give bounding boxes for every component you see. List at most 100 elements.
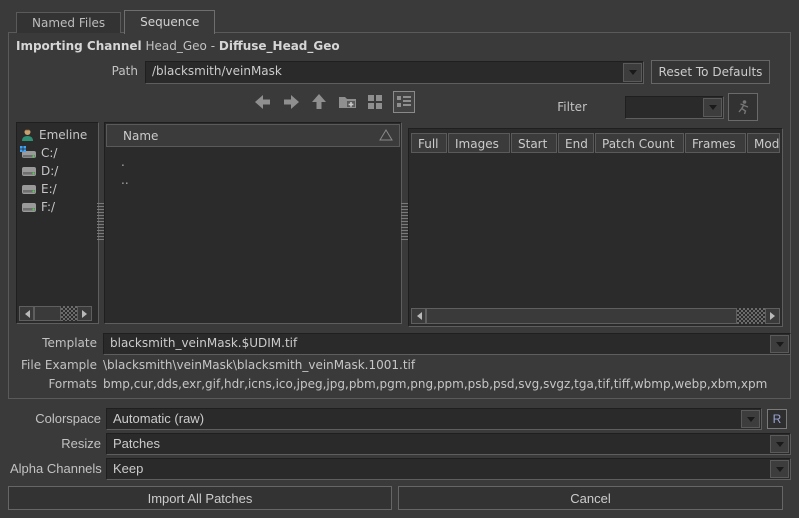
import-channel-dialog: Named Files Sequence Importing Channel H… [0, 0, 799, 518]
template-label: Template [10, 336, 97, 350]
files-details-splitter[interactable] [400, 122, 408, 322]
template-value: blacksmith_veinMask.$UDIM.tif [110, 334, 768, 354]
scrollbar-thumb[interactable] [34, 306, 61, 321]
chevron-down-icon [709, 105, 717, 114]
header-separator: - [211, 39, 215, 53]
formats-value: bmp,cur,dds,exr,gif,hdr,icns,ico,jpeg,jp… [103, 377, 767, 391]
places-files-splitter[interactable] [97, 122, 104, 322]
alpha-channels-dropdown-button[interactable] [770, 460, 789, 478]
place-item-f-drive[interactable]: F:/ [17, 198, 98, 216]
tab-sequence[interactable]: Sequence [124, 10, 215, 34]
grid-view-button[interactable] [365, 92, 385, 112]
chevron-down-icon [776, 442, 784, 451]
up-arrow-icon [311, 93, 327, 111]
places-panel: Emeline C:/ D:/ [16, 122, 99, 324]
formats-label: Formats [10, 377, 97, 391]
channel-name: Diffuse_Head_Geo [219, 39, 340, 53]
column-header-end[interactable]: End [558, 133, 594, 153]
place-item-home[interactable]: Emeline [17, 126, 98, 144]
name-column-header[interactable]: Name [106, 124, 400, 147]
drive-icon [20, 164, 37, 178]
name-column-label: Name [123, 129, 158, 143]
filter-combobox[interactable] [625, 96, 724, 119]
resize-combobox[interactable]: Patches [106, 433, 791, 455]
path-label: Path [40, 64, 138, 78]
filter-value [632, 97, 701, 118]
places-horizontal-scrollbar [19, 306, 96, 321]
place-label: C:/ [41, 146, 57, 160]
filter-dropdown-button[interactable] [703, 98, 722, 117]
forward-arrow-icon [282, 93, 300, 111]
import-all-patches-label: Import All Patches [148, 491, 253, 506]
file-list-panel: Name . .. [104, 122, 402, 324]
details-view-button[interactable] [393, 91, 415, 113]
place-label: E:/ [41, 182, 57, 196]
triangle-left-icon [413, 312, 422, 320]
sort-ascending-icon [379, 129, 393, 141]
scroll-left-button[interactable] [19, 306, 34, 321]
scroll-right-button[interactable] [77, 306, 92, 321]
splitter-grip-icon [97, 203, 104, 241]
up-directory-button[interactable] [309, 92, 329, 112]
drive-icon [20, 200, 37, 214]
column-header-full[interactable]: Full [411, 133, 447, 153]
scroll-left-button[interactable] [411, 308, 426, 324]
importing-channel-header: Importing Channel Head_Geo - Diffuse_Hea… [16, 39, 340, 53]
column-header-patch-count[interactable]: Patch Count [595, 133, 684, 153]
forward-button[interactable] [281, 92, 301, 112]
file-example-label: File Example [10, 358, 97, 372]
running-person-icon [735, 99, 751, 115]
place-item-e-drive[interactable]: E:/ [17, 180, 98, 198]
apply-filter-button[interactable] [728, 93, 758, 121]
cancel-label: Cancel [570, 491, 610, 506]
cancel-button[interactable]: Cancel [398, 486, 783, 510]
triangle-right-icon [82, 310, 91, 318]
reset-to-defaults-button[interactable]: Reset To Defaults [651, 60, 770, 84]
scrollbar-track[interactable] [61, 306, 77, 321]
column-header-modified[interactable]: Modified [747, 133, 780, 153]
path-dropdown-button[interactable] [623, 63, 642, 82]
details-header-row: Full Images Start End Patch Count Frames… [411, 133, 780, 153]
import-all-patches-button[interactable]: Import All Patches [8, 486, 392, 510]
colorspace-value: Automatic (raw) [113, 409, 739, 429]
os-drive-icon [20, 146, 37, 160]
triangle-left-icon [21, 310, 30, 318]
place-item-d-drive[interactable]: D:/ [17, 162, 98, 180]
tab-bar: Named Files Sequence [16, 9, 218, 33]
triangle-right-icon [770, 312, 779, 320]
colorspace-dropdown-button[interactable] [741, 410, 760, 428]
new-folder-icon [338, 94, 357, 110]
file-example-value: \blacksmith\veinMask\blacksmith_veinMask… [103, 358, 415, 372]
scrollbar-track[interactable] [737, 308, 765, 324]
file-list-item[interactable]: . [105, 153, 401, 171]
scroll-right-button[interactable] [765, 308, 780, 324]
resize-dropdown-button[interactable] [770, 435, 789, 453]
column-header-frames[interactable]: Frames [685, 133, 746, 153]
alpha-channels-value: Keep [113, 459, 768, 479]
file-navigation-toolbar [253, 91, 415, 113]
place-item-c-drive[interactable]: C:/ [17, 144, 98, 162]
back-button[interactable] [253, 92, 273, 112]
drive-icon [20, 182, 37, 196]
path-value: /blacksmith/veinMask [152, 62, 621, 83]
column-header-images[interactable]: Images [448, 133, 510, 153]
template-combobox[interactable]: blacksmith_veinMask.$UDIM.tif [103, 333, 791, 355]
colorspace-combobox[interactable]: Automatic (raw) [106, 408, 762, 430]
new-folder-button[interactable] [337, 92, 357, 112]
tab-named-files[interactable]: Named Files [16, 12, 121, 33]
object-name: Head_Geo [146, 39, 207, 53]
chevron-down-icon [776, 342, 784, 351]
scrollbar-thumb[interactable] [426, 308, 737, 324]
grid-view-icon [367, 94, 383, 110]
template-dropdown-button[interactable] [770, 335, 789, 353]
colorspace-reset-label: R [773, 412, 782, 426]
alpha-channels-combobox[interactable]: Keep [106, 458, 791, 480]
place-label: F:/ [41, 200, 55, 214]
reset-to-defaults-label: Reset To Defaults [659, 65, 763, 79]
colorspace-reset-button[interactable]: R [767, 409, 787, 429]
importing-channel-label: Importing Channel [16, 39, 142, 53]
file-list-item[interactable]: .. [105, 171, 401, 189]
chevron-down-icon [747, 417, 755, 426]
path-combobox[interactable]: /blacksmith/veinMask [145, 61, 644, 84]
column-header-start[interactable]: Start [511, 133, 557, 153]
